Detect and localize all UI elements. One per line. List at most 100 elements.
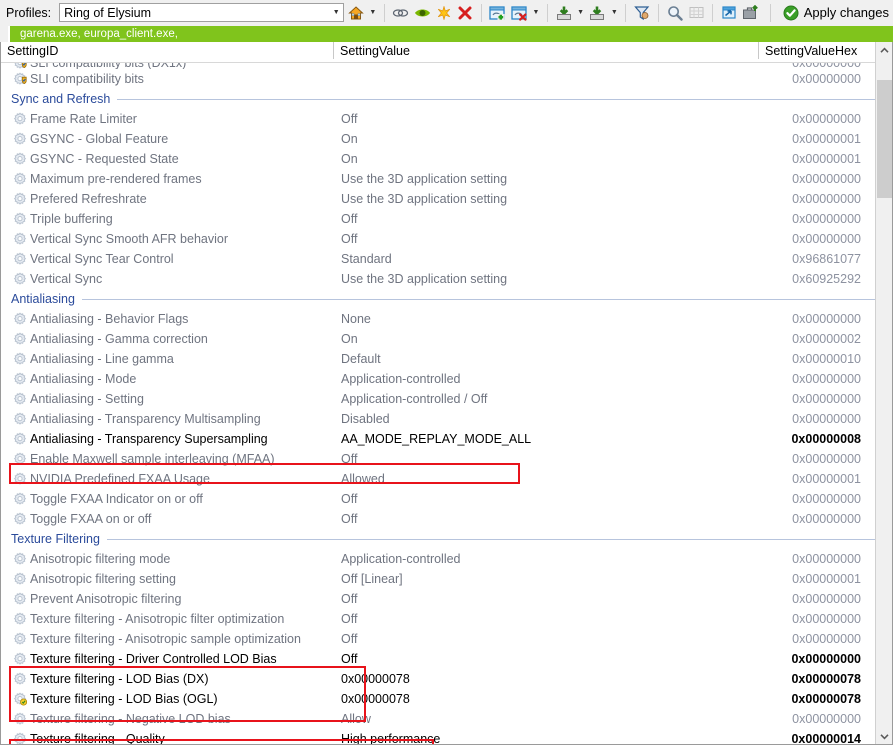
setting-value-hex-cell: 0x00000000 xyxy=(792,592,861,606)
setting-value-cell[interactable]: 0x00000078 xyxy=(333,669,745,689)
scroll-down-button[interactable] xyxy=(876,728,892,744)
profile-combobox[interactable]: Ring of Elysium ▼ xyxy=(59,3,345,22)
table-row[interactable]: Texture filtering - LOD Bias (DX) 0x00000… xyxy=(1,669,892,689)
table-row[interactable]: Texture filtering - Anisotropic sample o… xyxy=(1,629,892,649)
table-row[interactable]: NVIDIA Predefined FXAA Usage Allowed 0x000… xyxy=(1,469,892,489)
search-magnifier-icon[interactable] xyxy=(665,2,685,23)
table-row[interactable]: Prevent Anisotropic filtering Off 0x000000… xyxy=(1,589,892,609)
setting-value-cell[interactable]: AA_MODE_REPLAY_MODE_ALL xyxy=(333,429,745,449)
setting-value-cell[interactable]: Off xyxy=(333,449,745,469)
table-row[interactable]: Prefered Refreshrate Use the 3D applicati… xyxy=(1,189,892,209)
export-icon[interactable] xyxy=(588,2,608,23)
table-row[interactable]: Enable Maxwell sample interleaving (MFAA… xyxy=(1,449,892,469)
column-header-settingvaluehex[interactable]: SettingValueHex xyxy=(759,42,869,60)
setting-value-cell[interactable]: Off xyxy=(333,609,745,629)
table-row[interactable]: SLI compatibility bits 0x00000000 xyxy=(1,69,892,89)
toolbar-separator-5 xyxy=(657,3,659,22)
table-row[interactable]: Texture filtering - Quality High performa… xyxy=(1,729,892,744)
profile-dropdown-arrow-icon[interactable]: ▼ xyxy=(531,2,541,23)
table-row[interactable]: Antialiasing - Gamma correction On 0x00000… xyxy=(1,329,892,349)
table-row[interactable]: Triple buffering Off 0x00000000 xyxy=(1,209,892,229)
setting-value-cell[interactable]: Use the 3D application setting xyxy=(333,189,745,209)
table-row[interactable]: Toggle FXAA on or off Off 0x00000000 xyxy=(1,509,892,529)
add-profile-icon[interactable] xyxy=(488,2,508,23)
setting-value-cell[interactable]: On xyxy=(333,329,745,349)
setting-value-cell[interactable]: Allowed xyxy=(333,469,745,489)
table-row[interactable]: Antialiasing - Transparency Supersamplin… xyxy=(1,429,892,449)
column-header-settingvalue[interactable]: SettingValue xyxy=(334,42,758,60)
chevron-down-icon[interactable]: ▼ xyxy=(329,9,343,16)
setting-value-hex-cell: 0x00000000 xyxy=(791,652,861,666)
delete-red-x-icon[interactable] xyxy=(455,2,475,23)
import-icon[interactable] xyxy=(554,2,574,23)
scroll-up-button[interactable] xyxy=(876,42,892,59)
setting-value-cell[interactable]: Off [Linear] xyxy=(333,569,745,589)
setting-value-cell[interactable]: Off xyxy=(333,629,745,649)
scrollbar-thumb[interactable] xyxy=(877,80,892,198)
table-row[interactable]: Anisotropic filtering setting Off [Linear… xyxy=(1,569,892,589)
setting-value-cell[interactable]: Application-controlled / Off xyxy=(333,389,745,409)
gear-icon xyxy=(9,612,30,626)
table-row[interactable]: Texture filtering - Driver Controlled LO… xyxy=(1,649,892,669)
nvidia-eye-icon[interactable] xyxy=(412,2,432,23)
export-dropdown-arrow-icon[interactable]: ▼ xyxy=(609,2,619,23)
apply-changes-button[interactable]: Apply changes xyxy=(783,5,889,21)
setting-value-cell[interactable]: Default xyxy=(333,349,745,369)
setting-value-cell[interactable]: Off xyxy=(333,649,745,669)
table-row[interactable]: Antialiasing - Behavior Flags None 0x00000… xyxy=(1,309,892,329)
table-row[interactable]: Antialiasing - Mode Application-controlle… xyxy=(1,369,892,389)
setting-value-cell[interactable]: None xyxy=(333,309,745,329)
setting-value-cell[interactable]: Off xyxy=(333,489,745,509)
filter-icon[interactable] xyxy=(632,2,652,23)
table-row[interactable]: Texture filtering - LOD Bias (OGL) 0x0000… xyxy=(1,689,892,709)
table-row[interactable]: Texture filtering - Negative LOD bias All… xyxy=(1,709,892,729)
gear-icon xyxy=(9,652,30,666)
table-row[interactable]: Texture filtering - Anisotropic filter o… xyxy=(1,609,892,629)
table-row[interactable]: GSYNC - Requested State On 0x00000001 xyxy=(1,149,892,169)
setting-value-cell[interactable]: On xyxy=(333,149,745,169)
table-row[interactable]: Antialiasing - Line gamma Default 0x000000… xyxy=(1,349,892,369)
setting-value-cell[interactable]: Application-controlled xyxy=(333,369,745,389)
setting-value-cell[interactable]: Off xyxy=(333,509,745,529)
setting-value-hex-cell: 0x00000010 xyxy=(792,352,861,366)
setting-value-cell[interactable]: 0x00000078 xyxy=(333,689,745,709)
column-header-settingid[interactable]: SettingID xyxy=(1,42,333,60)
home-icon[interactable] xyxy=(346,2,366,23)
setting-value-cell[interactable]: Application-controlled xyxy=(333,549,745,569)
setting-value-cell[interactable]: High performance xyxy=(333,729,745,744)
grid-view-icon[interactable] xyxy=(686,2,706,23)
table-row[interactable]: Vertical Sync Tear Control Standard 0x9686… xyxy=(1,249,892,269)
remove-profile-icon[interactable] xyxy=(509,2,529,23)
setting-value-cell[interactable]: Use the 3D application setting xyxy=(333,169,745,189)
table-row[interactable]: Vertical Sync Use the 3D application sett… xyxy=(1,269,892,289)
table-row[interactable]: Maximum pre-rendered frames Use the 3D ap… xyxy=(1,169,892,189)
setting-value-cell[interactable]: Standard xyxy=(333,249,745,269)
home-dropdown-arrow-icon[interactable]: ▼ xyxy=(368,2,378,23)
refresh-settings-icon[interactable] xyxy=(391,2,411,23)
suitcase-icon[interactable] xyxy=(740,2,760,23)
vertical-scrollbar[interactable] xyxy=(875,42,892,744)
gear-icon xyxy=(9,712,30,726)
star-icon[interactable] xyxy=(434,2,454,23)
setting-value-cell[interactable]: Off xyxy=(333,589,745,609)
setting-value-cell[interactable]: Disabled xyxy=(333,409,745,429)
table-row[interactable]: Antialiasing - Transparency Multisamplin… xyxy=(1,409,892,429)
table-row[interactable]: Antialiasing - Setting Application-contro… xyxy=(1,389,892,409)
setting-value-cell[interactable]: Off xyxy=(333,209,745,229)
table-row[interactable]: Frame Rate Limiter Off 0x00000000 xyxy=(1,109,892,129)
setting-value-cell[interactable]: Off xyxy=(333,109,745,129)
window-icon[interactable] xyxy=(719,2,739,23)
setting-value-cell[interactable]: On xyxy=(333,129,745,149)
main-toolbar: Profiles: Ring of Elysium ▼ ▼ ▼ ▼ ▼ Appl… xyxy=(0,0,893,26)
table-row[interactable]: Toggle FXAA Indicator on or off Off 0x0000… xyxy=(1,489,892,509)
setting-value-cell[interactable]: Allow xyxy=(333,709,745,729)
table-row[interactable]: GSYNC - Global Feature On 0x00000001 xyxy=(1,129,892,149)
table-row[interactable]: Vertical Sync Smooth AFR behavior Off 0x00… xyxy=(1,229,892,249)
import-dropdown-arrow-icon[interactable]: ▼ xyxy=(575,2,585,23)
table-row[interactable]: Anisotropic filtering mode Application-co… xyxy=(1,549,892,569)
gear-icon xyxy=(9,172,30,186)
setting-value-cell[interactable]: Use the 3D application setting xyxy=(333,269,745,289)
setting-id-cell: Toggle FXAA Indicator on or off xyxy=(30,492,203,506)
setting-value-cell[interactable]: Off xyxy=(333,229,745,249)
setting-value-hex-cell: 0x00000000 xyxy=(792,492,861,506)
